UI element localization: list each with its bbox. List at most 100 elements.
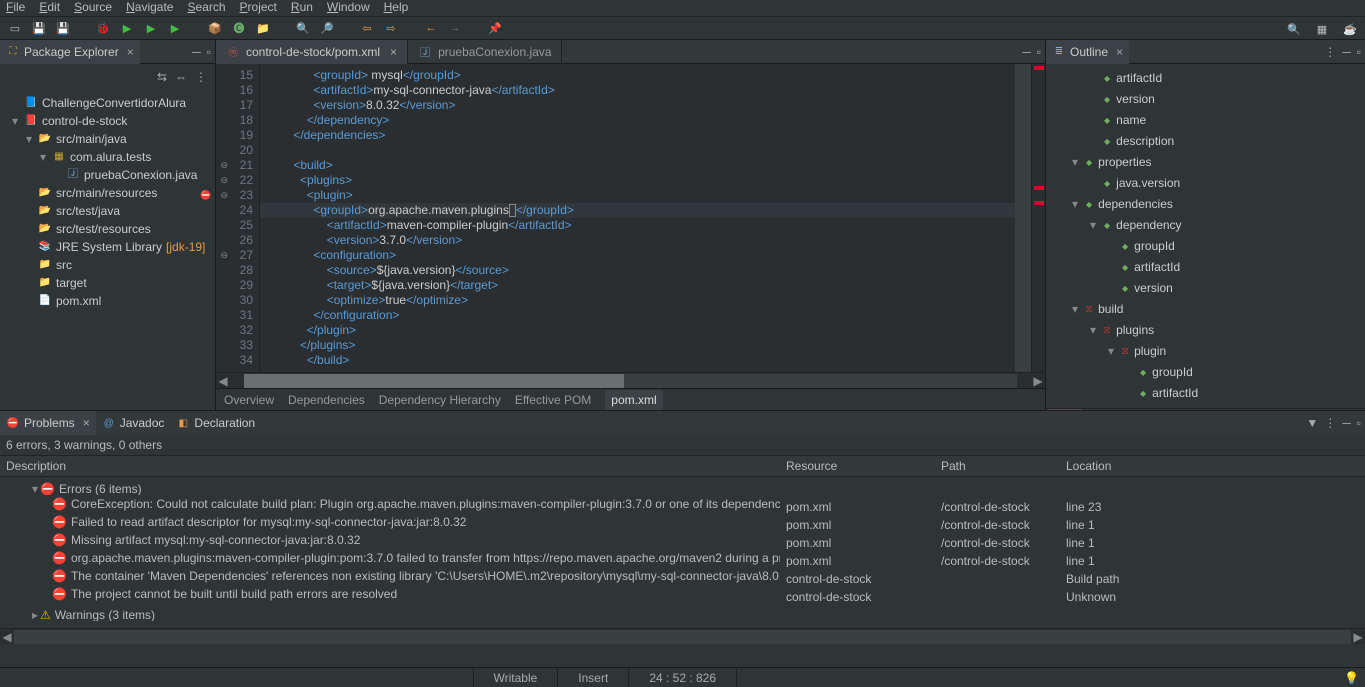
new-class-icon[interactable]: 🅒 — [230, 19, 248, 37]
outline-hscroll[interactable] — [1046, 408, 1365, 410]
editor-content[interactable]: <groupId> mysql</groupId> <artifactId>my… — [260, 64, 1015, 372]
run-last-icon[interactable]: ▶ — [142, 19, 160, 37]
save-all-icon[interactable]: 💾 — [54, 19, 72, 37]
run-icon[interactable]: ▶ — [118, 19, 136, 37]
menu-search[interactable]: Search — [187, 0, 225, 16]
table-row[interactable]: ⛔The container 'Maven Dependencies' refe… — [0, 567, 1365, 585]
perspective-icon[interactable]: ▦ — [1313, 20, 1331, 38]
close-icon[interactable]: × — [123, 45, 134, 59]
open-type-icon[interactable]: 🔍 — [294, 19, 312, 37]
tree-item[interactable]: ▾📂src/main/java — [4, 130, 211, 148]
collapse-all-icon[interactable]: ⇆ — [157, 70, 167, 84]
minimize-icon[interactable]: ─ — [1342, 416, 1351, 430]
outline-item[interactable]: ◆artifactId — [1052, 68, 1359, 89]
minimize-icon[interactable]: ─ — [1342, 45, 1351, 59]
pom-tab[interactable]: Overview — [224, 393, 274, 407]
outline-item[interactable]: ▾◆dependencies — [1052, 194, 1359, 215]
col-description[interactable]: Description — [0, 456, 780, 476]
tree-item[interactable]: 📁target — [4, 274, 211, 292]
maximize-icon[interactable]: ▫ — [1357, 416, 1361, 430]
table-row[interactable]: ▾⛔Errors (6 items) — [0, 477, 1365, 495]
search-icon[interactable]: 🔎 — [318, 19, 336, 37]
coverage-icon[interactable]: ▶ — [166, 19, 184, 37]
menu-file[interactable]: File — [6, 0, 25, 16]
outline-item[interactable]: ◆version — [1052, 89, 1359, 110]
minimize-icon[interactable]: ─ — [1022, 45, 1031, 59]
table-row[interactable]: ⛔CoreException: Could not calculate buil… — [0, 495, 1365, 513]
col-resource[interactable]: Resource — [780, 456, 935, 476]
menu-edit[interactable]: Edit — [39, 0, 60, 16]
view-menu-icon[interactable]: ⋮ — [1324, 416, 1336, 430]
col-location[interactable]: Location — [1060, 456, 1180, 476]
tree-item[interactable]: 📄pom.xml — [4, 292, 211, 310]
problems-table[interactable]: Description Resource Path Location ▾⛔Err… — [0, 455, 1365, 628]
outline-item[interactable]: ▾◆properties — [1052, 152, 1359, 173]
forward-icon[interactable]: → — [446, 19, 464, 37]
outline-item[interactable]: ◆artifactId — [1052, 383, 1359, 404]
problems-tab[interactable]: ⛔ Problems × — [0, 411, 96, 435]
new-icon[interactable]: ▭ — [6, 19, 24, 37]
menu-project[interactable]: Project — [240, 0, 277, 16]
outline-item[interactable]: ◆groupId — [1052, 236, 1359, 257]
outline-item[interactable]: ▾⛝plugin — [1052, 341, 1359, 362]
menu-run[interactable]: Run — [291, 0, 313, 16]
col-path[interactable]: Path — [935, 456, 1060, 476]
tree-item[interactable]: 📚JRE System Library [jdk-19] — [4, 238, 211, 256]
vertical-scrollbar[interactable] — [1015, 64, 1031, 372]
close-icon[interactable]: × — [79, 416, 90, 430]
outline-item[interactable]: ▾⛝plugins — [1052, 320, 1359, 341]
filter-icon[interactable]: ▼ — [1306, 416, 1318, 430]
save-icon[interactable]: 💾 — [30, 19, 48, 37]
outline-item[interactable]: ◆description — [1052, 131, 1359, 152]
view-menu-icon[interactable]: ⋮ — [195, 70, 207, 84]
debug-icon[interactable]: 🐞 — [94, 19, 112, 37]
menu-window[interactable]: Window — [327, 0, 370, 16]
table-row[interactable]: ⛔Missing artifact mysql:my-sql-connector… — [0, 531, 1365, 549]
close-icon[interactable]: × — [1112, 45, 1123, 59]
overview-ruler[interactable] — [1031, 64, 1045, 372]
outline-item[interactable]: ◆groupId — [1052, 362, 1359, 383]
editor-tab-java[interactable]: 🄹 pruebaConexion.java — [408, 40, 562, 64]
pom-tab[interactable]: Effective POM — [515, 393, 591, 407]
maximize-icon[interactable]: ▫ — [207, 45, 211, 59]
tip-icon[interactable]: 💡 — [1344, 671, 1365, 685]
table-row[interactable]: ⛔The project cannot be built until build… — [0, 585, 1365, 603]
new-pkg-icon[interactable]: 📦 — [206, 19, 224, 37]
next-annotation-icon[interactable]: ⇨ — [382, 19, 400, 37]
menu-navigate[interactable]: Navigate — [126, 0, 173, 16]
outline-item[interactable]: ◆version — [1052, 278, 1359, 299]
close-icon[interactable]: × — [386, 45, 397, 59]
link-editor-icon[interactable]: ⇔ — [175, 70, 187, 84]
view-menu-icon[interactable]: ⋮ — [1324, 45, 1336, 59]
java-perspective-icon[interactable]: ☕ — [1341, 20, 1359, 38]
tree-item[interactable]: 📂src/main/resources — [4, 184, 211, 202]
outline-tab[interactable]: ≣ Outline × — [1046, 40, 1129, 64]
maximize-icon[interactable]: ▫ — [1037, 45, 1041, 59]
tree-item[interactable]: 📁src — [4, 256, 211, 274]
tree-item[interactable]: ▾📕control-de-stock — [4, 112, 211, 130]
outline-item[interactable]: ▾⛝build — [1052, 299, 1359, 320]
pom-tab[interactable]: pom.xml — [605, 390, 662, 410]
package-tree[interactable]: 📘ChallengeConvertidorAlura▾📕control-de-s… — [0, 90, 215, 314]
outline-item[interactable]: ◆name — [1052, 110, 1359, 131]
editor-gutter[interactable]: 151617181920⊖21⊖22⊖⛔23242526⊖27282930313… — [216, 64, 260, 372]
menu-help[interactable]: Help — [384, 0, 409, 16]
maximize-icon[interactable]: ▫ — [1357, 45, 1361, 59]
pom-tab[interactable]: Dependencies — [288, 393, 365, 407]
tree-item[interactable]: 📘ChallengeConvertidorAlura — [4, 94, 211, 112]
editor-hscroll[interactable]: ◀▶ — [216, 372, 1045, 388]
prev-annotation-icon[interactable]: ⇦ — [358, 19, 376, 37]
problems-hscroll[interactable]: ◀▶ — [0, 628, 1365, 644]
quick-search-icon[interactable]: 🔍 — [1285, 20, 1303, 38]
tree-item[interactable]: 📂src/test/resources — [4, 220, 211, 238]
outline-item[interactable]: ▾◆dependency — [1052, 215, 1359, 236]
table-row[interactable]: ⛔org.apache.maven.plugins:maven-compiler… — [0, 549, 1365, 567]
package-explorer-tab[interactable]: ⛶ Package Explorer × — [0, 40, 140, 64]
new-folder-icon[interactable]: 📁 — [254, 19, 272, 37]
javadoc-tab[interactable]: @ Javadoc — [96, 411, 171, 435]
outline-item[interactable]: ◆artifactId — [1052, 257, 1359, 278]
tree-item[interactable]: ▾▦com.alura.tests — [4, 148, 211, 166]
table-row[interactable]: ⛔Failed to read artifact descriptor for … — [0, 513, 1365, 531]
pin-icon[interactable]: 📌 — [486, 19, 504, 37]
pom-tab[interactable]: Dependency Hierarchy — [379, 393, 501, 407]
